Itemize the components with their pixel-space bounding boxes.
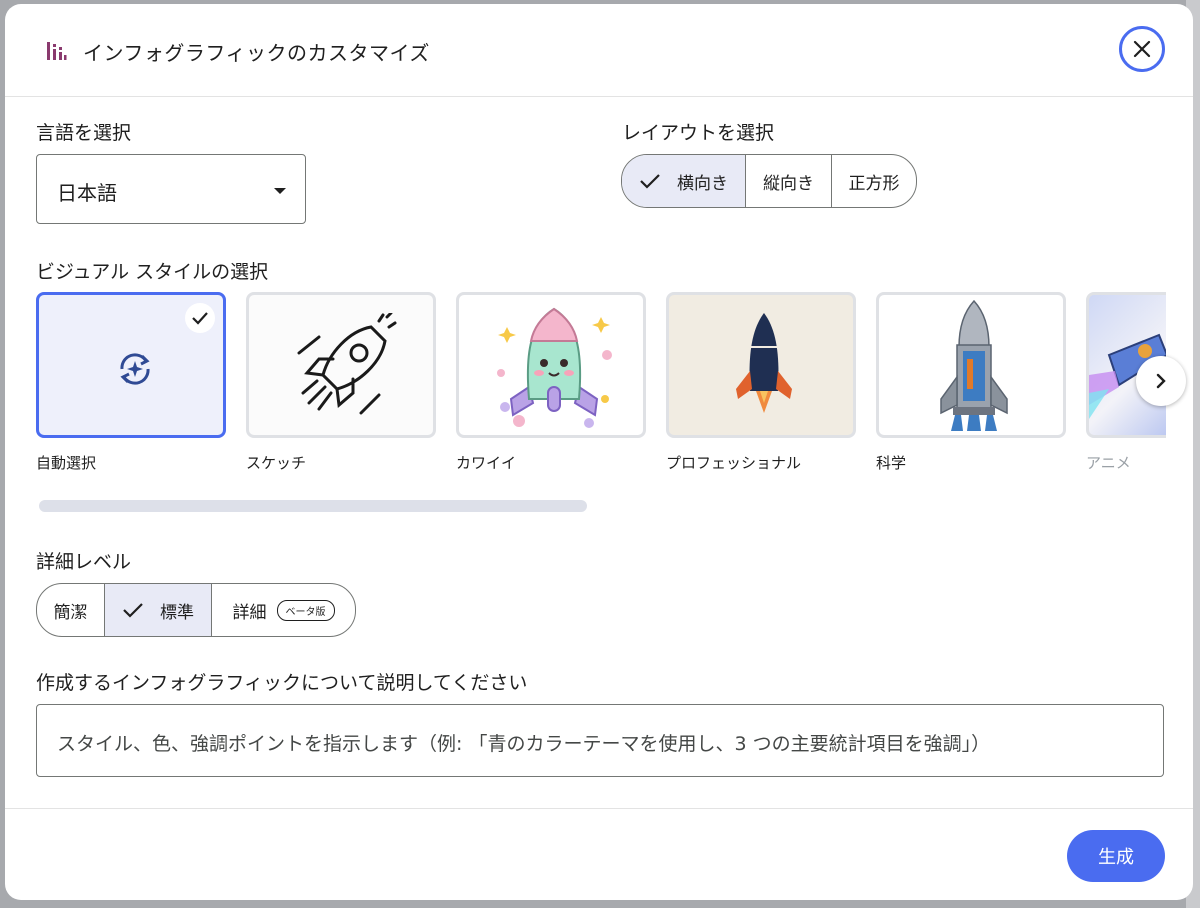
carousel-next-button[interactable] (1136, 356, 1186, 406)
style-card-auto[interactable]: 自動選択 (36, 292, 226, 473)
style-card-label: 科学 (876, 454, 907, 472)
style-card-label: プロフェッショナル (666, 454, 802, 472)
style-card-label: カワイイ (456, 454, 517, 472)
style-card-professional[interactable]: プロフェッショナル (666, 292, 856, 473)
sketch-rocket (297, 313, 397, 415)
close-button[interactable] (1119, 26, 1165, 72)
selected-check-badge (185, 303, 215, 333)
check-icon (123, 603, 143, 618)
carousel-scrollbar[interactable] (39, 500, 587, 512)
footer-divider (5, 808, 1193, 809)
layout-option-label: 縦向き (763, 173, 814, 194)
check-icon (192, 312, 208, 325)
visual-style-label: ビジュアル スタイルの選択 (36, 261, 269, 283)
language-select[interactable]: 日本語 (36, 154, 306, 224)
detail-level-label: 詳細レベル (36, 551, 132, 573)
style-card-sketch[interactable]: スケッチ (246, 292, 436, 473)
style-card-thumbnail (876, 292, 1066, 438)
detail-option-label: 詳細 (232, 602, 267, 623)
science-rocket (940, 299, 1008, 431)
description-textarea[interactable]: スタイル、色、強調ポイントを指示します（例: 「青のカラーテーマを使用し、3 つ… (36, 704, 1164, 777)
style-card-thumbnail (456, 292, 646, 438)
description-label: 作成するインフォグラフィックについて説明してください (36, 672, 528, 694)
style-card-thumbnail (666, 292, 856, 438)
detail-option-concise[interactable]: 簡潔 (37, 584, 105, 636)
kawaii-rocket (497, 307, 612, 428)
layout-option-label: 横向き (677, 173, 728, 194)
layout-label: レイアウトを選択 (622, 122, 775, 144)
detail-option-label: 簡潔 (53, 602, 88, 623)
auto-sparkle-icon (120, 353, 150, 385)
language-selected-value: 日本語 (57, 181, 117, 205)
detail-segmented-control: 簡潔 標準 詳細 ベータ版 (36, 583, 356, 637)
bar-chart-icon (47, 42, 67, 60)
close-icon (1133, 40, 1151, 58)
layout-option-label: 正方形 (848, 173, 900, 194)
detail-option-detailed[interactable]: 詳細 ベータ版 (212, 584, 355, 636)
professional-rocket (736, 313, 792, 413)
dialog-title: インフォグラフィックのカスタマイズ (83, 41, 430, 65)
customize-infographic-dialog: インフォグラフィックのカスタマイズ 言語を選択 日本語 レイアウトを選択 横向き… (5, 4, 1193, 900)
layout-option-square[interactable]: 正方形 (832, 155, 916, 207)
beta-badge: ベータ版 (276, 599, 335, 621)
layout-option-landscape[interactable]: 横向き (622, 155, 746, 207)
generate-button[interactable]: 生成 (1067, 830, 1165, 882)
dropdown-caret-icon (274, 188, 286, 194)
dialog-header: インフォグラフィックのカスタマイズ (5, 4, 1193, 97)
chevron-right-icon (1156, 373, 1166, 389)
description-placeholder: スタイル、色、強調ポイントを指示します（例: 「青のカラーテーマを使用し、3 つ… (57, 733, 991, 755)
style-card-thumbnail (36, 292, 226, 438)
style-card-kawaii[interactable]: カワイイ (456, 292, 646, 473)
layout-segmented-control: 横向き 縦向き 正方形 (621, 154, 917, 208)
check-icon (640, 174, 660, 189)
language-label: 言語を選択 (36, 122, 132, 144)
style-card-thumbnail (246, 292, 436, 438)
detail-option-standard[interactable]: 標準 (105, 584, 212, 636)
detail-option-label: 標準 (160, 602, 194, 623)
style-card-carousel: 自動選択 スケッチ カワイイ プロフェッショナル 科学 アニメ (36, 292, 1166, 482)
layout-option-portrait[interactable]: 縦向き (746, 155, 832, 207)
style-card-label: アニメ (1086, 454, 1131, 472)
style-card-label: 自動選択 (36, 454, 97, 472)
style-card-label: スケッチ (246, 454, 307, 472)
style-card-science[interactable]: 科学 (876, 292, 1066, 473)
